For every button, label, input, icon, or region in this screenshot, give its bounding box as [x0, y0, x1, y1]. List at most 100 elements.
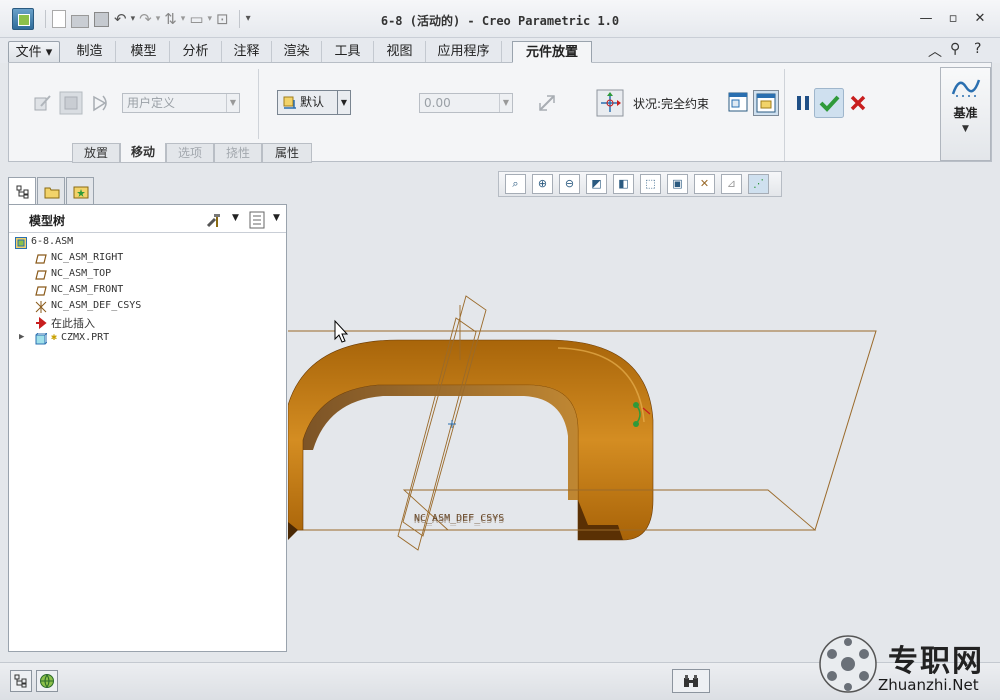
tree-icon	[14, 674, 27, 688]
csys-icon	[35, 301, 47, 313]
constraint-set-value: 用户定义	[127, 96, 176, 110]
search-icon[interactable]: ⚲	[950, 41, 960, 57]
graphics-toolbar: ⌕ ⊕ ⊖ ◩ ◧ ⬚ ▣ ✕ ⊿ ⋰	[498, 171, 782, 197]
ribbon-panel: 用户定义 ▼ 默认 ▼ 0.00 ▼ 状况:完全约束 基准 ▼ 放置 移动 选项…	[8, 62, 992, 163]
model-tree-header: 模型树 ▼ ▼	[9, 205, 286, 233]
toggle-browser-button[interactable]	[36, 670, 58, 692]
close-icon[interactable]: ✕	[972, 11, 988, 26]
constraint-type-value: 默认	[300, 95, 325, 109]
placement-status: 状况:完全约束	[633, 97, 710, 111]
separate-window-icon[interactable]	[727, 91, 749, 113]
tab-applications[interactable]: 应用程序	[426, 41, 502, 63]
mouse-cursor-icon	[334, 319, 349, 343]
datum-display-icon[interactable]: ✕	[694, 174, 715, 194]
minimize-ribbon-icon[interactable]: ︿	[928, 41, 942, 61]
annotation-display-icon[interactable]: ⊿	[721, 174, 742, 194]
folder-icon	[44, 187, 60, 199]
tree-item-part[interactable]: ▶ ✱ CZMX.PRT	[9, 331, 286, 347]
tree-item-csys[interactable]: NC_ASM_DEF_CSYS	[9, 299, 286, 315]
tab-file[interactable]: 文件 ▾	[8, 41, 60, 63]
watermark-en: Zhuanzhi.Net	[878, 676, 979, 694]
default-constraint-icon	[283, 96, 296, 109]
tab-tools[interactable]: 工具	[322, 41, 374, 63]
subtab-options[interactable]: 选项	[166, 143, 214, 163]
zoom-in-icon[interactable]: ⊕	[532, 174, 553, 194]
tab-view[interactable]: 视图	[374, 41, 426, 63]
graphics-viewport[interactable]: NC_ASM_DEF_CSYS NC_ASM_DEF_CSYS	[288, 200, 992, 652]
tab-model[interactable]: 模型	[118, 41, 170, 63]
tree-icon	[16, 185, 29, 199]
part-icon	[35, 333, 47, 345]
tab-manufacturing[interactable]: 制造	[64, 41, 116, 63]
part-model-czmx[interactable]	[288, 339, 654, 541]
minimize-icon[interactable]: —	[918, 11, 934, 26]
expand-arrow-icon[interactable]: ▶	[19, 332, 24, 342]
constraint-type-dropdown[interactable]: 默认 ▼	[277, 90, 351, 115]
checkmark-icon[interactable]	[814, 88, 844, 118]
rigid-connection-icon[interactable]	[59, 91, 83, 115]
tab-analysis[interactable]: 分析	[170, 41, 222, 63]
subtab-flexibility[interactable]: 挠性	[214, 143, 262, 163]
settings-tools-icon[interactable]	[205, 211, 223, 229]
flip-constraint-icon[interactable]	[537, 93, 557, 113]
toggle-navigator-button[interactable]	[10, 670, 32, 692]
show-dragger-icon[interactable]	[596, 89, 624, 117]
user-defined-constraint-icon[interactable]	[33, 93, 53, 113]
offset-input[interactable]: 0.00 ▼	[419, 93, 513, 113]
chevron-down-icon: ▼	[337, 91, 350, 114]
tree-item-datum-right[interactable]: NC_ASM_RIGHT	[9, 251, 286, 267]
saved-views-icon[interactable]: ⬚	[640, 174, 661, 194]
cancel-icon[interactable]	[848, 93, 868, 113]
tree-item-label: NC_ASM_FRONT	[51, 284, 124, 295]
tree-item-label: 6-8.ASM	[31, 236, 74, 247]
subtab-move[interactable]: 移动	[120, 143, 166, 163]
browser-globe-icon	[40, 674, 54, 688]
tab-component-placement[interactable]: 元件放置	[512, 41, 592, 63]
maximize-icon[interactable]: ▫	[945, 11, 961, 26]
tree-item-label: CZMX.PRT	[61, 332, 110, 343]
model-tree-panel: 模型树 ▼ ▼ 6-8.ASM NC_ASM_RIGHT NC_ASM_TOP …	[8, 204, 287, 652]
pause-icon[interactable]	[793, 93, 813, 113]
watermark-cn: 专职网	[888, 644, 984, 679]
model-tree-title: 模型树	[29, 214, 66, 228]
datum-plane-icon	[35, 270, 47, 280]
view-manager-icon[interactable]: ▣	[667, 174, 688, 194]
tab-folder-browser[interactable]	[37, 177, 65, 205]
display-style-icon[interactable]: ◧	[613, 174, 634, 194]
tree-item-datum-front[interactable]: NC_ASM_FRONT	[9, 283, 286, 299]
repaint-icon[interactable]: ◩	[586, 174, 607, 194]
subtab-placement[interactable]: 放置	[72, 143, 120, 163]
insert-here-icon	[36, 317, 47, 329]
zoom-out-icon[interactable]: ⊖	[559, 174, 580, 194]
tree-item-label: NC_ASM_RIGHT	[51, 252, 124, 263]
tree-item-label: NC_ASM_TOP	[51, 268, 112, 279]
binoculars-icon	[684, 675, 698, 687]
help-icon[interactable]: ?	[974, 41, 981, 57]
chevron-down-icon: ▼	[962, 124, 969, 134]
tree-item-datum-top[interactable]: NC_ASM_TOP	[9, 267, 286, 283]
title-bar: ↶ ▾ ↷ ▾ ⇅ ▾ ▭ ▾ ⊡ ▾ 6-8 (活动的) - Creo Par…	[0, 0, 1000, 38]
show-list-icon[interactable]	[249, 211, 265, 229]
tab-render[interactable]: 渲染	[272, 41, 322, 63]
find-button[interactable]	[672, 669, 710, 693]
watermark: 专职网 Zhuanzhi.Net	[818, 632, 1000, 700]
tab-model-tree[interactable]	[8, 177, 36, 205]
tree-item-insert-here[interactable]: 在此插入	[9, 315, 286, 331]
refit-icon[interactable]: ⌕	[505, 174, 526, 194]
tree-item-assembly[interactable]: 6-8.ASM	[9, 235, 286, 251]
subtab-properties[interactable]: 属性	[262, 143, 312, 163]
datum-plane-icon	[35, 254, 47, 264]
datum-group-button[interactable]: 基准 ▼	[940, 67, 991, 161]
csys-label-ghost: NC_ASM_DEF_CSYS	[414, 515, 504, 526]
constraint-set-dropdown[interactable]: 用户定义 ▼	[122, 93, 240, 113]
tree-item-label: NC_ASM_DEF_CSYS	[51, 300, 142, 311]
assembly-window-icon[interactable]	[753, 90, 779, 116]
soccer-ball-logo-icon	[819, 635, 877, 693]
chevron-down-icon[interactable]: ▼	[273, 213, 280, 223]
chevron-down-icon[interactable]: ▼	[232, 213, 239, 223]
tab-annotate[interactable]: 注释	[222, 41, 272, 63]
tab-favorites[interactable]	[66, 177, 94, 205]
ribbon-tab-row: 文件 ▾ 制造 模型 分析 注释 渲染 工具 视图 应用程序 元件放置 ︿ ⚲ …	[0, 38, 1000, 63]
spin-center-icon[interactable]: ⋰	[748, 174, 769, 194]
connection-type-icon[interactable]	[91, 93, 111, 113]
